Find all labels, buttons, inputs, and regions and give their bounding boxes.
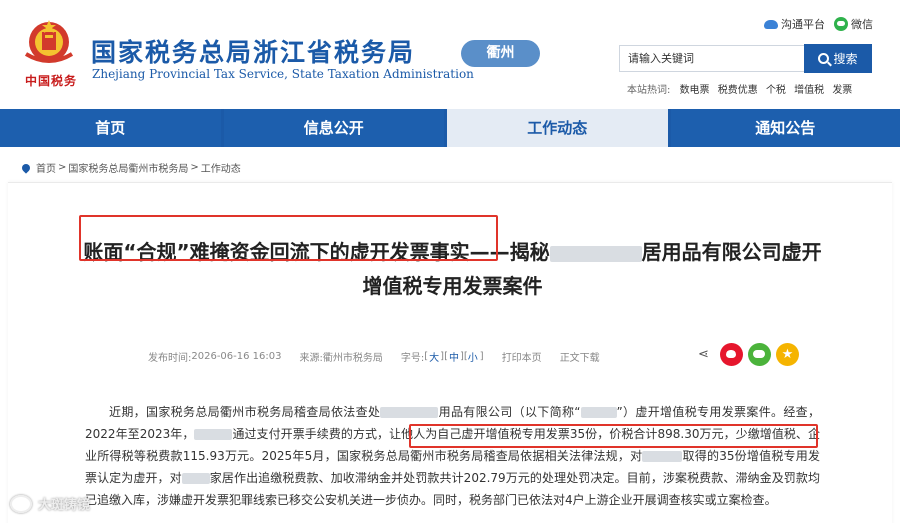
font-size-large[interactable]: 大 (429, 349, 439, 364)
publish-label: 发布时间: (148, 353, 192, 364)
font-size-medium[interactable]: 中 (449, 349, 459, 364)
source-label: 来源: (299, 353, 323, 364)
wechat-link-label: 微信 (851, 18, 873, 31)
redacted-text (380, 407, 439, 418)
hotword-item[interactable]: 数电票 (680, 85, 710, 96)
body-text-segment: 用品有限公司（以下简称“ (438, 405, 581, 419)
hotword-item[interactable]: 个税 (766, 85, 786, 96)
search-button-label: 搜索 (833, 52, 858, 66)
search-icon (818, 53, 830, 64)
font-size-label: 字号: (400, 353, 425, 364)
watermark-logo-icon (10, 494, 32, 513)
highlight-box-amount (409, 424, 818, 448)
breadcrumb-separator: > (58, 162, 67, 173)
nav-item-notices[interactable]: 通知公告 (670, 109, 900, 147)
seal-text: 中国税务 (24, 74, 77, 88)
tax-emblem-logo (24, 20, 74, 63)
location-pin-icon (20, 161, 32, 174)
breadcrumb-bureau[interactable]: 国家税务总局衢州市税务局 (68, 160, 188, 175)
city-badge[interactable]: 衢州 (461, 40, 540, 67)
body-text-segment: 通过支付开票手续费的方式， (232, 427, 390, 441)
cloud-icon (764, 19, 778, 29)
font-size-small[interactable]: 小 (468, 349, 478, 364)
hotword-item[interactable]: 发票 (832, 85, 852, 96)
redacted-text (580, 407, 617, 418)
article-meta: 发布时间: 2026-06-16 16:03 来源: 衢州市税务局 字号: [大… (148, 349, 600, 364)
hotword-item[interactable]: 税费优惠 (718, 85, 758, 96)
download-link[interactable]: 正文下载 (560, 349, 600, 364)
breadcrumb: 首页 > 国家税务总局衢州市税务局 > 工作动态 (20, 160, 241, 175)
search-button[interactable]: 搜索 (804, 44, 872, 73)
hotwords: 本站热词: 数电票 税费优惠 个税 增值税 发票 (627, 81, 857, 96)
nav-item-info-disclosure[interactable]: 信息公开 (223, 109, 445, 147)
wechat-share-icon[interactable] (747, 343, 771, 366)
highlight-box-title (79, 215, 498, 261)
source-value: 衢州市税务局 (322, 353, 383, 364)
publish-time: 2026-06-16 16:03 (191, 351, 282, 362)
site-header: 中国税务 国家税务总局浙江省税务局 Zhejiang Provincial Ta… (0, 0, 900, 108)
main-nav: 首页 信息公开 工作动态 通知公告 (0, 109, 900, 147)
search-input[interactable] (619, 45, 805, 72)
share-icon[interactable]: ⋖ (698, 347, 709, 362)
watermark-text: 大斑铸镜 (38, 498, 91, 513)
redacted-text (194, 429, 233, 440)
redacted-text (549, 245, 642, 262)
hotwords-label: 本站热词: (627, 85, 671, 96)
breadcrumb-work-news[interactable]: 工作动态 (201, 160, 241, 175)
site-title: 国家税务总局浙江省税务局 (91, 38, 416, 67)
share-bar: ⋖ ★ (698, 343, 799, 366)
nav-item-home[interactable]: 首页 (0, 109, 221, 147)
weibo-share-icon[interactable] (719, 343, 743, 366)
breadcrumb-separator: > (190, 162, 199, 173)
favorite-star-icon[interactable]: ★ (775, 343, 799, 366)
wechat-link[interactable]: 微信 (834, 16, 873, 32)
redacted-text (642, 451, 683, 462)
redacted-text (181, 473, 210, 484)
nav-item-work-news[interactable]: 工作动态 (447, 109, 668, 147)
print-link[interactable]: 打印本页 (502, 349, 542, 364)
wechat-icon (834, 17, 848, 31)
breadcrumb-home[interactable]: 首页 (36, 160, 56, 175)
platform-link[interactable]: 沟通平台 (764, 16, 825, 32)
platform-link-label: 沟通平台 (781, 18, 825, 31)
article-body: 近期，国家税务总局衢州市税务局稽查局依法查处 用品有限公司（以下简称“ ”）虚开增值… (85, 401, 820, 511)
hotword-item[interactable]: 增值税 (794, 85, 824, 96)
watermark: 大斑铸镜 (10, 494, 90, 513)
body-text-segment: 近期，国家税务总局衢州市税务局稽查局依法查处 (109, 405, 381, 419)
site-subtitle: Zhejiang Provincial Tax Service, State T… (92, 67, 474, 81)
